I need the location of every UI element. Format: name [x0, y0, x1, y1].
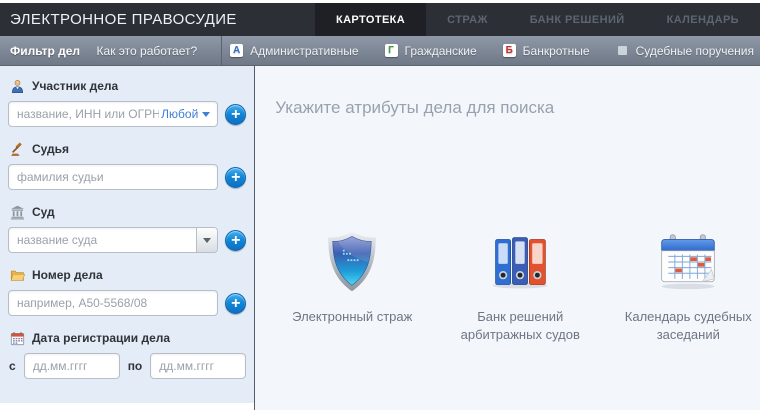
field-participant-label-row: Участник дела [8, 78, 246, 94]
search-hint-message: Укажите атрибуты дела для поиска [275, 98, 760, 118]
category-label: Гражданские [405, 44, 477, 58]
category-court-orders[interactable]: Судебные поручения [616, 44, 754, 58]
field-label: Суд [32, 205, 55, 219]
person-icon [9, 78, 25, 94]
binders-icon [489, 230, 551, 299]
participant-input-wrap: Любой [8, 101, 218, 127]
calendar-icon [9, 330, 25, 346]
feature-shortcuts: Электронный страж [275, 230, 760, 343]
date-to-input[interactable] [150, 353, 246, 379]
how-it-works-link[interactable]: Как это работает? [97, 44, 198, 58]
date-from-input[interactable] [24, 353, 120, 379]
field-court-row [8, 227, 246, 253]
add-participant-button[interactable] [225, 104, 246, 125]
category-label: Банкротные [523, 44, 590, 58]
category-b-icon: Б [503, 44, 516, 57]
category-administrative[interactable]: А Административные [230, 44, 358, 58]
field-case-number-label-row: Номер дела [8, 267, 246, 283]
judge-input[interactable] [8, 164, 218, 190]
case-category-bar: А Административные Г Гражданские Б Банкр… [222, 36, 760, 65]
category-label: Судебные поручения [636, 44, 754, 58]
add-court-button[interactable] [225, 230, 246, 251]
chevron-down-icon [202, 112, 210, 117]
category-a-icon: А [230, 44, 243, 57]
filter-bar-left: Фильтр дел Как это работает? [0, 36, 222, 65]
square-icon [618, 46, 627, 55]
filter-panel-title: Фильтр дел [10, 44, 80, 58]
date-range-row: с по [8, 353, 246, 379]
field-participant: Участник дела Любой [8, 78, 246, 127]
main-area: Укажите атрибуты дела для поиска [255, 66, 760, 410]
date-to-label: по [128, 359, 143, 373]
case-number-input[interactable] [8, 290, 218, 316]
category-civil[interactable]: Г Гражданские [385, 44, 477, 58]
field-registration-date: Дата регистрации дела с по [8, 330, 246, 379]
feature-electronic-guard[interactable]: Электронный страж [277, 230, 427, 343]
chevron-down-icon [203, 238, 211, 243]
field-court-label-row: Суд [8, 204, 246, 220]
feature-label: Банк решений арбитражных судов [445, 308, 595, 343]
main-nav: КАРТОТЕКА СТРАЖ БАНК РЕШЕНИЙ КАЛЕНДАРЬ [315, 3, 760, 36]
folder-icon [9, 267, 25, 283]
courthouse-icon [9, 204, 25, 220]
app: ЭЛЕКТРОННОЕ ПРАВОСУДИЕ КАРТОТЕКА СТРАЖ Б… [0, 0, 760, 410]
shield-icon [324, 230, 380, 299]
category-bankruptcy[interactable]: Б Банкротные [503, 44, 590, 58]
content: Участник дела Любой [0, 66, 760, 410]
tab-kalendar[interactable]: КАЛЕНДАРЬ [646, 3, 760, 36]
judge-input-wrap [8, 164, 218, 190]
tab-strazh[interactable]: СТРАЖ [426, 3, 509, 36]
court-select-arrow[interactable] [196, 228, 217, 252]
case-number-input-wrap [8, 290, 218, 316]
feature-label: Календарь судебных заседаний [613, 308, 760, 343]
field-judge: Судья [8, 141, 246, 190]
field-judge-row [8, 164, 246, 190]
field-date-label-row: Дата регистрации дела [8, 330, 246, 346]
field-case-number: Номер дела [8, 267, 246, 316]
calendar-grid-icon [657, 230, 719, 299]
category-g-icon: Г [385, 44, 398, 57]
category-label: Административные [250, 44, 358, 58]
feature-label: Электронный страж [292, 308, 412, 326]
participant-type-value: Любой [161, 107, 198, 121]
field-label: Дата регистрации дела [32, 331, 170, 345]
court-select[interactable] [8, 227, 218, 253]
tab-bank-resheniy[interactable]: БАНК РЕШЕНИЙ [509, 3, 646, 36]
field-participant-row: Любой [8, 101, 246, 127]
sidebar-column: Участник дела Любой [0, 66, 255, 410]
field-judge-label-row: Судья [8, 141, 246, 157]
add-judge-button[interactable] [225, 167, 246, 188]
court-select-wrap [8, 227, 218, 253]
tab-kartoteka[interactable]: КАРТОТЕКА [315, 3, 426, 36]
field-label: Номер дела [32, 268, 103, 282]
filter-sidebar: Участник дела Любой [0, 66, 254, 403]
filter-bar: Фильтр дел Как это работает? А Администр… [0, 36, 760, 66]
feature-decisions-bank[interactable]: Банк решений арбитражных судов [445, 230, 595, 343]
add-case-number-button[interactable] [225, 293, 246, 314]
participant-type-dropdown[interactable]: Любой [161, 101, 210, 127]
field-court: Суд [8, 204, 246, 253]
field-label: Участник дела [32, 79, 118, 93]
date-from-label: с [9, 359, 16, 373]
field-label: Судья [32, 142, 69, 156]
field-case-number-row [8, 290, 246, 316]
feature-hearings-calendar[interactable]: Календарь судебных заседаний [613, 230, 760, 343]
top-header: ЭЛЕКТРОННОЕ ПРАВОСУДИЕ КАРТОТЕКА СТРАЖ Б… [0, 3, 760, 36]
app-title: ЭЛЕКТРОННОЕ ПРАВОСУДИЕ [0, 3, 237, 36]
gavel-icon [9, 141, 25, 157]
